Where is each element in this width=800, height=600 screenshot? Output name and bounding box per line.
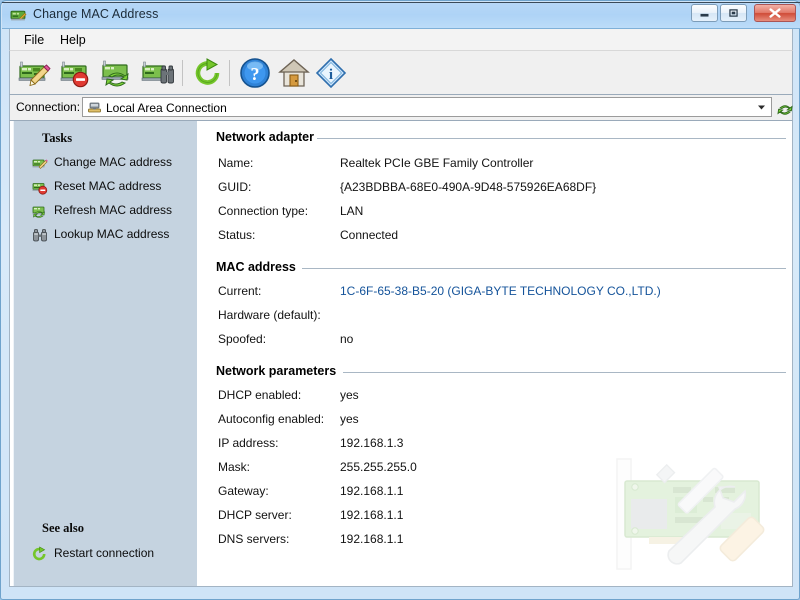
row-label-autoconfig-enabled: Autoconfig enabled: [218, 412, 324, 426]
client-area: Tasks Change MAC address [9, 121, 793, 587]
section-rule [317, 138, 786, 139]
connection-selected-value: Local Area Connection [106, 101, 227, 115]
row-value-mask: 255.255.255.0 [340, 460, 417, 474]
network-card-with-tools-watermark [597, 451, 787, 587]
row-label-dhcp-server: DHCP server: [218, 508, 292, 522]
row-value-dhcp-server: 192.168.1.1 [340, 508, 403, 522]
binoculars-icon [32, 227, 48, 243]
row-label-status: Status: [218, 228, 255, 242]
window-title: Change MAC Address [33, 7, 158, 21]
section-rule [302, 268, 786, 269]
toolbar-separator [182, 60, 183, 86]
toolbar-help-button[interactable]: ? [237, 56, 273, 90]
green-refresh-icon [32, 546, 48, 562]
toolbar-lookup-mac-address-button[interactable] [140, 56, 176, 90]
section-heading-mac-address: MAC address [216, 260, 296, 274]
row-label-guid: GUID: [218, 180, 251, 194]
row-label-dns-servers: DNS servers: [218, 532, 289, 546]
sidebar: Tasks Change MAC address [13, 121, 197, 587]
row-label-connection-type: Connection type: [218, 204, 308, 218]
app-network-card-icon [10, 7, 27, 24]
maximize-button[interactable] [720, 4, 747, 22]
chevron-down-icon[interactable] [753, 99, 770, 115]
toolbar-home-button[interactable] [276, 56, 312, 90]
minimize-button[interactable] [691, 4, 718, 22]
sidebar-see-also-heading: See also [42, 521, 84, 536]
network-card-pencil-icon [32, 155, 48, 171]
sidebar-item-label: Lookup MAC address [54, 227, 169, 241]
toolbar-reset-mac-address-button[interactable] [58, 56, 94, 90]
toolbar-about-button[interactable]: i [313, 56, 349, 90]
row-label-gateway: Gateway: [218, 484, 269, 498]
menu-bar: File Help [9, 29, 793, 50]
row-value-spoofed: no [340, 332, 353, 346]
row-label-mask: Mask: [218, 460, 250, 474]
connection-label: Connection: [16, 100, 80, 114]
row-value-guid: {A23BDBBA-68E0-490A-9D48-575926EA68DF} [340, 180, 596, 194]
connection-select[interactable]: Local Area Connection [82, 97, 772, 117]
row-value-ip-address: 192.168.1.3 [340, 436, 403, 450]
sidebar-tasks-heading: Tasks [42, 131, 72, 146]
sidebar-item-label: Refresh MAC address [54, 203, 172, 217]
toolbar: ? i [9, 50, 793, 95]
title-bar: Change MAC Address [2, 2, 800, 29]
svg-text:?: ? [251, 64, 260, 84]
connection-bar: Connection: Local Area Connection [9, 95, 793, 121]
row-label-ip-address: IP address: [218, 436, 278, 450]
row-label-dhcp-enabled: DHCP enabled: [218, 388, 301, 402]
toolbar-change-mac-address-button[interactable] [17, 56, 53, 90]
toolbar-refresh-mac-address-button[interactable] [99, 56, 135, 90]
section-rule [343, 372, 786, 373]
row-value-name: Realtek PCIe GBE Family Controller [340, 156, 533, 170]
row-label-current-mac: Current: [218, 284, 261, 298]
row-value-current-mac[interactable]: 1C-6F-65-38-B5-20 (GIGA-BYTE TECHNOLOGY … [340, 284, 661, 298]
refresh-connections-icon[interactable] [776, 99, 794, 117]
row-value-status: Connected [340, 228, 398, 242]
toolbar-restart-connection-button[interactable] [190, 56, 226, 90]
row-value-gateway: 192.168.1.1 [340, 484, 403, 498]
sidebar-item-label: Change MAC address [54, 155, 172, 169]
detail-panel: Network adapter Name: Realtek PCIe GBE F… [197, 121, 792, 587]
network-card-refresh-icon [32, 203, 48, 219]
sidebar-item-label: Restart connection [54, 546, 154, 560]
menu-item-file[interactable]: File [18, 32, 50, 48]
toolbar-separator [229, 60, 230, 86]
sidebar-item-label: Reset MAC address [54, 179, 161, 193]
network-card-stop-icon [32, 179, 48, 195]
row-label-hardware-mac: Hardware (default): [218, 308, 321, 322]
section-heading-network-adapter: Network adapter [216, 130, 314, 144]
row-label-name: Name: [218, 156, 253, 170]
row-value-connection-type: LAN [340, 204, 363, 218]
application-window: Change MAC Address File Help [0, 0, 800, 600]
svg-text:i: i [329, 67, 333, 83]
menu-item-help[interactable]: Help [54, 32, 92, 48]
row-value-dns-servers: 192.168.1.1 [340, 532, 403, 546]
row-value-autoconfig-enabled: yes [340, 412, 359, 426]
network-connection-icon [87, 100, 102, 115]
section-heading-network-parameters: Network parameters [216, 364, 336, 378]
row-value-dhcp-enabled: yes [340, 388, 359, 402]
close-button[interactable] [754, 4, 796, 22]
row-label-spoofed: Spoofed: [218, 332, 266, 346]
